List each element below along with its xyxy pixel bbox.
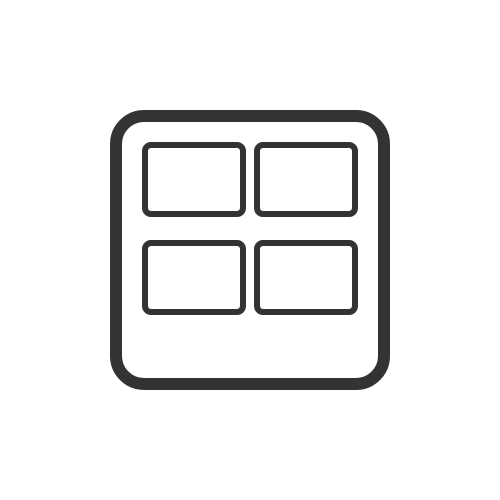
grid-layout-icon-svg	[110, 110, 390, 390]
icon-canvas	[0, 0, 500, 500]
tile-top-right	[254, 142, 358, 217]
tile-bottom-left	[142, 240, 246, 315]
tile-top-left	[142, 142, 246, 217]
grid-layout-icon	[0, 0, 500, 500]
outer-frame	[110, 110, 390, 390]
tile-bottom-right	[254, 240, 358, 315]
